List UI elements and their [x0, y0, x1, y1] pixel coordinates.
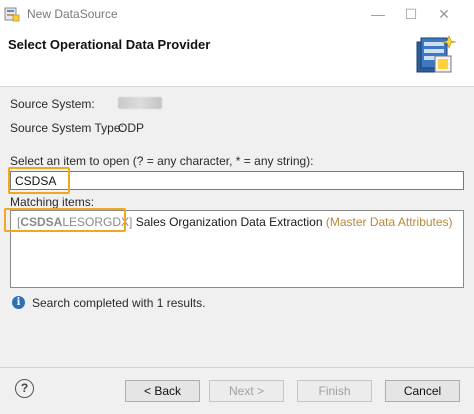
minimize-button[interactable]: — — [366, 4, 390, 24]
next-button[interactable]: Next > — [209, 380, 284, 402]
finish-button[interactable]: Finish — [297, 380, 372, 402]
cancel-button[interactable]: Cancel — [385, 380, 460, 402]
matching-items-list[interactable]: [CSDSALESORGDX] Sales Organization Data … — [10, 210, 464, 288]
source-system-label: Source System: — [10, 97, 95, 111]
result-type: (Master Data Attributes) — [322, 215, 453, 229]
maximize-button[interactable]: ☐ — [399, 4, 423, 24]
title-bar: New DataSource — ☐ ✕ — [0, 0, 474, 28]
source-system-type-value: ODP — [118, 121, 145, 135]
result-id-match: CSDSA — [20, 215, 63, 229]
result-description: Sales Organization Data Extraction — [132, 215, 323, 229]
datasource-wizard-icon — [416, 35, 457, 73]
app-icon — [4, 7, 20, 22]
list-item[interactable]: [CSDSALESORGDX] Sales Organization Data … — [13, 213, 461, 231]
info-icon: i — [12, 296, 25, 309]
matching-items-label: Matching items: — [10, 195, 95, 209]
status-text: Search completed with 1 results. — [32, 296, 206, 310]
search-input[interactable] — [10, 171, 464, 190]
page-title: Select Operational Data Provider — [8, 37, 211, 52]
wizard-content: Source System: Source System Type: ODP S… — [0, 87, 474, 367]
wizard-header: Select Operational Data Provider — [0, 28, 474, 86]
close-button[interactable]: ✕ — [432, 4, 456, 24]
source-system-type-label: Source System Type: — [10, 121, 124, 135]
help-button[interactable]: ? — [15, 379, 34, 398]
window-title: New DataSource — [27, 7, 118, 21]
search-label: Select an item to open (? = any characte… — [10, 154, 314, 168]
result-id-rest: LESORGDX] — [62, 215, 133, 229]
back-button[interactable]: < Back — [125, 380, 200, 402]
source-system-value-redacted — [118, 97, 162, 109]
wizard-footer: ? < Back Next > Finish Cancel — [0, 368, 474, 414]
